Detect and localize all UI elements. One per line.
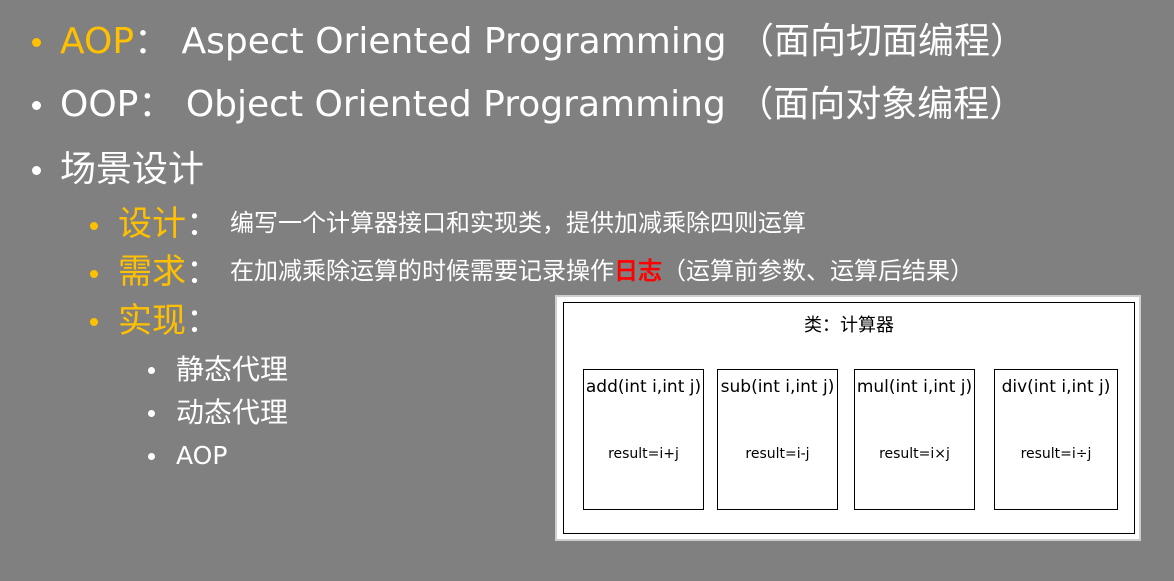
calculator-class-diagram: 类：计算器 add(int i,int j) result=i+j sub(in…	[555, 295, 1141, 541]
requirement-text: 在加减乘除运算的时候需要记录操作	[230, 257, 614, 285]
bullet-dot-icon	[32, 166, 41, 175]
design-sep: ：	[186, 204, 220, 244]
bullet-dot-icon	[148, 410, 155, 417]
method-signature: div(int i,int j)	[1001, 377, 1111, 397]
bullet-dot-icon	[32, 38, 41, 47]
requirement-label: 需求	[118, 252, 186, 292]
aop-description: ： Aspect Oriented Programming （面向切面编程）	[134, 21, 1026, 62]
method-signature: sub(int i,int j)	[720, 377, 835, 397]
requirement-item: 需求： 在加减乘除运算的时候需要记录操作日志（运算前参数、运算后结果）	[118, 255, 974, 289]
method-signature: add(int i,int j)	[585, 377, 702, 397]
bullet-dot-icon	[90, 222, 98, 230]
bullet-dot-icon	[148, 453, 155, 460]
design-label: 设计	[118, 204, 186, 244]
design-text: 编写一个计算器接口和实现类，提供加减乘除四则运算	[230, 209, 806, 237]
class-title: 类：计算器	[804, 315, 894, 336]
method-result: result=i÷j	[1020, 446, 1092, 462]
bullet-dot-icon	[90, 318, 98, 326]
aop-definition: AOP： Aspect Oriented Programming （面向切面编程…	[60, 24, 1026, 60]
method-box-sub: sub(int i,int j) result=i-j	[717, 369, 838, 510]
method-box-div: div(int i,int j) result=i÷j	[994, 369, 1118, 510]
oop-definition: OOP： Object Oriented Programming （面向对象编程…	[60, 84, 1026, 125]
implementation-label: 实现	[118, 301, 186, 341]
impl-dynamic-proxy: 动态代理	[176, 396, 289, 429]
bullet-dot-icon	[32, 101, 41, 110]
scene-design-heading: 场景设计	[60, 149, 205, 190]
bullet-dot-icon	[148, 367, 155, 374]
design-item: 设计： 编写一个计算器接口和实现类，提供加减乘除四则运算	[118, 207, 806, 241]
impl-aop: AOP	[176, 441, 228, 470]
method-signature: mul(int i,int j)	[856, 377, 973, 397]
implementation-sep: ：	[186, 301, 220, 341]
method-box-add: add(int i,int j) result=i+j	[583, 369, 704, 510]
method-result: result=i-j	[745, 446, 810, 462]
method-result: result=i+j	[608, 446, 679, 462]
log-highlight: 日志	[614, 257, 662, 285]
aop-term: AOP	[60, 21, 135, 62]
method-box-mul: mul(int i,int j) result=i×j	[854, 369, 975, 510]
impl-static-proxy: 静态代理	[176, 353, 289, 386]
requirement-sep: ：	[186, 252, 220, 292]
implementation-item: 实现：	[118, 304, 220, 338]
class-frame: 类：计算器 add(int i,int j) result=i+j sub(in…	[563, 302, 1135, 534]
requirement-text-after: （运算前参数、运算后结果）	[662, 257, 974, 285]
method-result: result=i×j	[879, 446, 950, 462]
bullet-dot-icon	[90, 270, 98, 278]
